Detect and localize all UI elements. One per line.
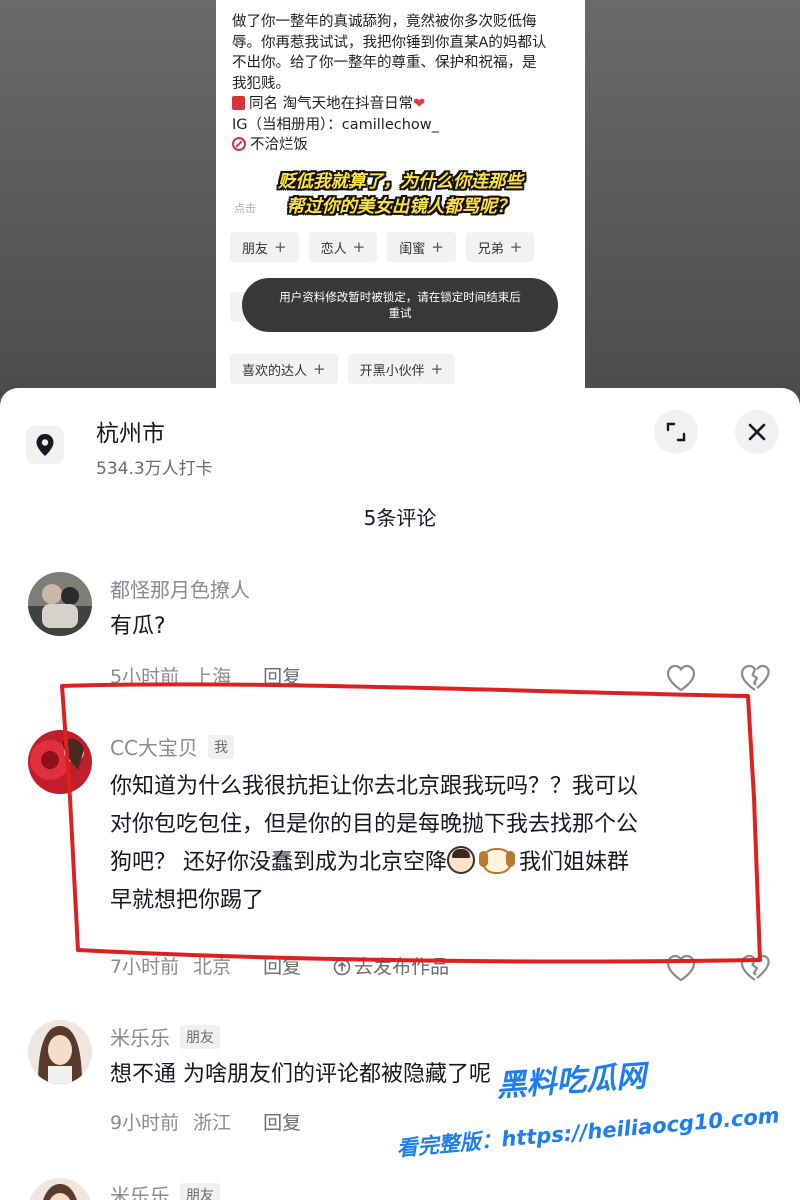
caption-line: 帮过你的美女出镜人都骂呢？ [286,197,515,217]
profile-bio: 做了你一整年的真诚舔狗，竟然被你多次贬低侮 辱。你再惹我试试，我把你锤到你直某A… [232,12,572,156]
girl-face-emoji-icon [447,846,475,874]
bio-ig: IG（当相册用）：camillechow_ [232,116,439,133]
bio-same-name-line: 同名 淘气天地在抖音日常❤ [232,94,572,115]
comment-location: 上海 [193,666,232,688]
bio-same-name: 同名 淘气天地在抖音日常 [249,96,414,112]
comment-item: 米乐乐 朋友 想不通 为啥朋友们的评论都被隐藏了呢 9小时前 浙江 回复 [0,1020,800,1140]
location-pin-icon[interactable] [26,426,64,464]
comment-count: 5条评论 [363,506,437,530]
tag-label: 恋人 [320,241,347,257]
comment-time: 7小时前 [110,956,180,978]
comment-text-line: 对你包吃包住，但是你的目的是每晚抛下我去找那个公 [110,812,639,837]
heart-icon: ❤ [413,96,426,112]
avatar[interactable] [28,572,92,636]
commenter-name-text: CC大宝贝 [110,736,198,760]
comment-text-segment: 我们姐妹群 [512,850,629,875]
upload-icon [333,958,351,976]
friend-badge: 朋友 [180,1025,220,1049]
expand-button[interactable] [654,410,698,454]
tag-label: 朋友 [242,241,269,257]
comment-text-segment: 狗吧？ 还好你没蠢到成为北京空降 [110,850,447,875]
comment-item-own: CC大宝贝我 你知道为什么我很抗拒让你去北京跟我玩吗？？我可以 对你包吃包住，但… [0,730,800,982]
friend-badge: 朋友 [180,1183,220,1200]
commenter-name[interactable]: 都怪那月色撩人 [110,574,250,603]
profile-card: 做了你一整年的真诚舔狗，竟然被你多次贬低侮 辱。你再惹我试试，我把你锤到你直某A… [216,0,585,420]
avatar[interactable] [28,1020,92,1084]
comment-meta: 7小时前 北京 回复 去发布作品 [110,952,477,979]
avatar[interactable] [28,730,92,794]
comment-text-line: 早就想把你踢了 [110,888,265,913]
toast-line: 重试 [388,306,412,320]
avatar[interactable] [28,1178,92,1200]
comment-text: 有瓜? [110,614,166,639]
bio-no-spam: 不洽烂饭 [250,137,308,153]
bio-line: 不出你。给了你一整年的尊重、保护和祝福，是 [232,55,537,71]
dislike-icon[interactable] [740,954,770,982]
caption-line: 贬低我就算了，为什么你连那些 [278,172,523,192]
comment-text: 想不通 为啥朋友们的评论都被隐藏了呢 [110,1062,491,1087]
interest-tags-row: 喜欢的达人 + 开黑小伙伴 + [230,354,456,384]
bio-line: 做了你一整年的真诚舔狗，竟然被你多次贬低侮 [232,14,537,30]
tag-brother[interactable]: 兄弟 + [465,232,535,262]
prohibited-icon [232,137,246,151]
commenter-name-text: 米乐乐 [110,1026,170,1050]
lock-toast: 用户资料修改暂时被锁定，请在锁定时间结束后 重试 [242,278,558,332]
tag-friend[interactable]: 朋友 + [230,232,299,262]
tag-label: 喜欢的达人 [242,363,308,379]
commenter-name[interactable]: 米乐乐 朋友 [110,1180,220,1200]
plus-icon: + [352,238,366,256]
reply-button[interactable]: 回复 [263,1112,301,1134]
video-caption: 贬低我就算了，为什么你连那些 帮过你的美女出镜人都骂呢？ [216,170,585,220]
dog-face-emoji-icon [479,848,515,874]
commenter-name-text: 米乐乐 [110,1184,170,1200]
comment-item: 米乐乐 朋友 [0,1178,800,1200]
location-title[interactable]: 杭州市 [96,414,165,448]
go-post-label: 去发布作品 [354,956,450,978]
plus-icon: + [313,360,326,378]
location-checkins: 534.3万人打卡 [96,459,213,479]
plus-icon: + [430,360,444,378]
expand-icon [666,422,686,442]
reply-button[interactable]: 回复 [263,956,301,978]
relationship-tags-row: 朋友 + 恋人 + 闺蜜 + 兄弟 + [230,232,535,262]
tag-label: 开黑小伙伴 [359,363,425,379]
comment-text-line: 你知道为什么我很抗拒让你去北京跟我玩吗？？我可以 [110,774,639,799]
bio-no-spam-line: 不洽烂饭 [232,135,572,156]
tag-lover[interactable]: 恋人 + [308,232,378,262]
commenter-name[interactable]: CC大宝贝我 [110,732,234,761]
toast-line: 用户资料修改暂时被锁定，请在锁定时间结束后 [279,290,521,304]
comment-item: 都怪那月色撩人 有瓜? 5小时前 上海 回复 [0,572,800,692]
comment-location: 浙江 [193,1112,232,1134]
like-icon[interactable] [666,664,696,692]
close-button[interactable] [735,410,779,454]
bio-line: 辱。你再惹我试试，我把你锤到你直某A的妈都认 [232,34,547,51]
go-post-button[interactable]: 去发布作品 [333,956,463,978]
tag-favorite-creator[interactable]: 喜欢的达人 + [230,354,338,384]
comment-text: 你知道为什么我很抗拒让你去北京跟我玩吗？？我可以 对你包吃包住，但是你的目的是每… [110,768,760,920]
tag-label: 兄弟 [477,241,504,257]
like-icon[interactable] [666,954,696,982]
red-book-icon [232,96,245,110]
reply-button[interactable]: 回复 [263,666,301,688]
comment-time: 5小时前 [110,666,180,688]
plus-icon: + [431,238,444,256]
commenter-name[interactable]: 米乐乐 朋友 [110,1022,220,1051]
comment-meta: 5小时前 上海 回复 [110,662,315,689]
comment-time: 9小时前 [110,1112,180,1134]
comment-text-line: 狗吧？ 还好你没蠢到成为北京空降 我们姐妹群 [110,844,760,882]
tag-gaming-buddy[interactable]: 开黑小伙伴 + [347,354,456,384]
bio-line: 我犯贱。 [232,75,290,92]
comment-location: 北京 [193,956,232,978]
tag-bestie[interactable]: 闺蜜 + [387,232,456,262]
plus-icon: + [509,238,523,256]
close-icon [748,423,766,441]
comment-sheet: 杭州市 534.3万人打卡 5条评论 都怪那月色撩人 有瓜? 5小时前 上海 回复 … [0,388,800,1200]
plus-icon: + [274,238,287,256]
dislike-icon[interactable] [740,664,770,692]
tag-label: 闺蜜 [399,241,426,257]
comment-meta: 9小时前 浙江 回复 [110,1108,315,1135]
me-badge: 我 [207,735,234,759]
